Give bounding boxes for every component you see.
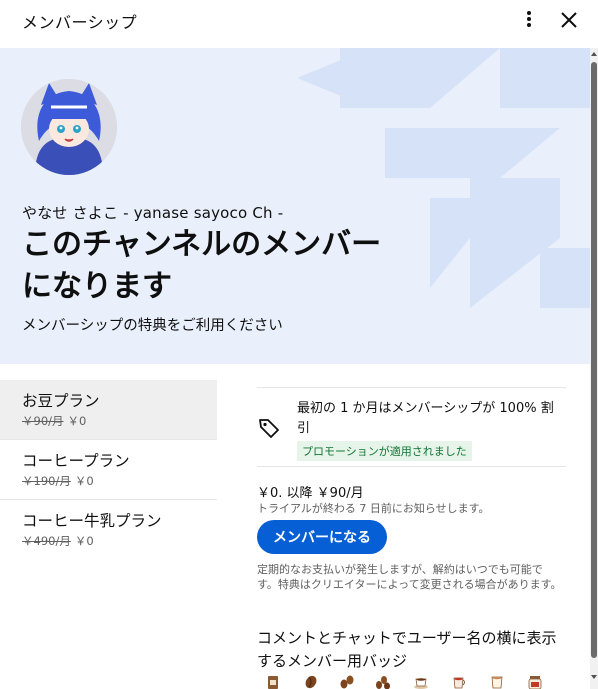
close-button[interactable] (557, 8, 581, 32)
badges-heading: コメントとチャットでユーザー名の横に表示するメンバー用バッジ (257, 629, 557, 670)
dialog-title: メンバーシップ (22, 13, 138, 32)
more-options-button[interactable] (518, 8, 540, 32)
promo-text: 最初の 1 か月はメンバーシップが 100% 割引 (297, 401, 554, 436)
tier-original-price: ￥190/月 (22, 474, 71, 488)
tier-name: お豆プラン (22, 392, 100, 410)
join-button[interactable]: メンバーになる (257, 520, 387, 554)
tier-original-price: ￥490/月 (22, 534, 71, 548)
tier-current-price: ￥0 (74, 474, 94, 488)
coffee-bag-icon (268, 676, 278, 689)
disclaimer-text: 定期的なお支払いが発生しますが、解約はいつでも可能です。特典はクリエイターによっ… (257, 563, 562, 591)
scroll-up-icon[interactable] (590, 50, 598, 58)
badge-row (265, 674, 555, 689)
tier-details: 最初の 1 か月はメンバーシップが 100% 割引 プロモーションが適用されまし… (257, 387, 566, 689)
tier-price: ￥490/月 ￥0 (22, 533, 217, 549)
tier-price: ￥190/月 ￥0 (22, 473, 217, 489)
coffee-jar-icon (528, 676, 542, 689)
coffee-beans-icon (340, 675, 354, 689)
coffee-mug-icon (453, 677, 465, 689)
scrollbar-thumb[interactable] (591, 62, 597, 658)
coffee-beans-pile-icon (376, 676, 390, 689)
promo-applied-badge: プロモーションが適用されました (297, 441, 472, 461)
scroll-down-icon[interactable] (590, 673, 598, 681)
banner-title: このチャンネルのメンバーになります (22, 227, 382, 304)
close-icon (561, 12, 577, 28)
price-line: ￥0. 以降 ￥90/月 (257, 486, 364, 501)
coffee-cup-icon (414, 678, 428, 689)
tier-current-price: ￥0 (74, 534, 94, 548)
channel-name: やなせ さよこ - yanase sayoco Ch - (22, 204, 284, 222)
channel-avatar (21, 79, 117, 175)
avatar-image (21, 79, 117, 175)
tier-original-price: ￥90/月 (22, 414, 64, 428)
tag-icon (259, 419, 279, 438)
coffee-bean-icon (305, 675, 317, 689)
more-vert-icon (527, 11, 531, 27)
tier-name: コーヒー牛乳プラン (22, 512, 162, 530)
tier-price: ￥90/月 ￥0 (22, 413, 217, 429)
tier-item[interactable]: コーヒープラン ￥190/月 ￥0 (0, 440, 217, 500)
tier-name: コーヒープラン (22, 452, 130, 470)
trial-note: トライアルが終わる 7 日前にお知らせします。 (257, 502, 490, 515)
coffee-latte-icon (491, 676, 503, 689)
tier-list: お豆プラン ￥90/月 ￥0 コーヒープラン ￥190/月 ￥0 コーヒー牛乳プラン… (0, 380, 217, 560)
promotion-box: 最初の 1 か月はメンバーシップが 100% 割引 プロモーションが適用されまし… (257, 387, 566, 467)
tier-item[interactable]: お豆プラン ￥90/月 ￥0 (0, 380, 217, 440)
banner-subtitle: メンバーシップの特典をご利用ください (22, 318, 283, 334)
tier-current-price: ￥0 (67, 414, 87, 428)
membership-banner: やなせ さよこ - yanase sayoco Ch - このチャンネルのメンバ… (0, 48, 590, 364)
tier-item[interactable]: コーヒー牛乳プラン ￥490/月 ￥0 (0, 500, 217, 560)
dialog-header: メンバーシップ (0, 0, 598, 48)
